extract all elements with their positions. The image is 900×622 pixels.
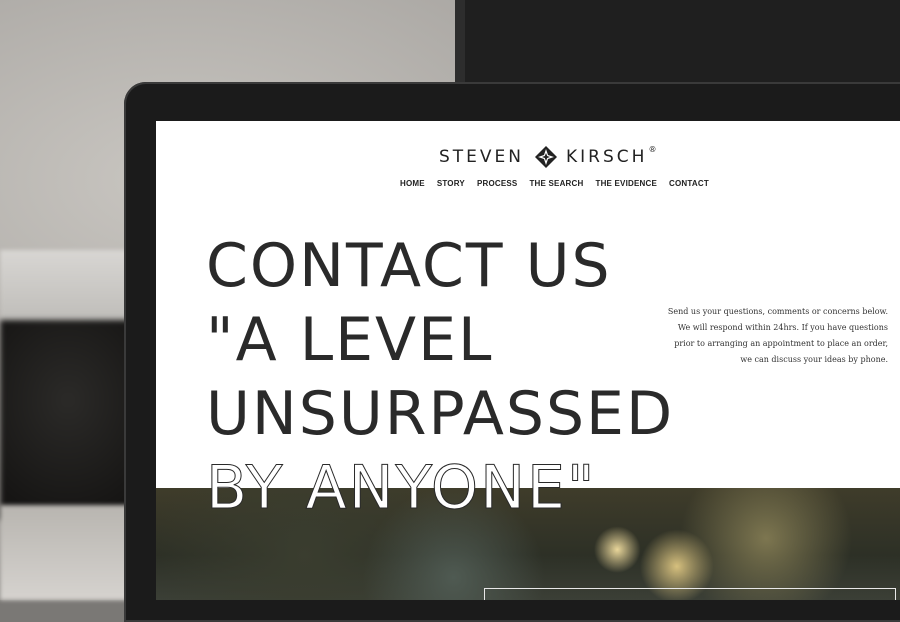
hero-line: CONTACT US: [206, 231, 612, 301]
main-nav: HOME STORY PROCESS THE SEARCH THE EVIDEN…: [400, 179, 709, 188]
contact-form-box[interactable]: [484, 588, 896, 600]
hero-line: UNSURPASSED: [206, 379, 675, 449]
diamond-star-logo-icon: [535, 146, 558, 168]
nav-item-contact[interactable]: CONTACT: [669, 179, 709, 188]
brand-name-right: KIRSCH: [566, 147, 648, 167]
hero-line: BY ANYONE": [206, 453, 597, 524]
background-window: [455, 0, 900, 90]
nav-item-process[interactable]: PROCESS: [477, 179, 518, 188]
nav-item-home[interactable]: HOME: [400, 179, 425, 188]
registered-mark: ®: [648, 144, 657, 154]
hero-headline: CONTACT US "A LEVEL UNSURPASSED BY ANYON…: [206, 229, 726, 525]
brand-logo[interactable]: STEVEN KIRSCH ®: [439, 145, 656, 169]
brand-name-left: STEVEN: [439, 147, 525, 167]
website-screen: STEVEN KIRSCH ® HOME STORY PROCESS THE S…: [156, 121, 900, 600]
nav-item-the-search[interactable]: THE SEARCH: [529, 179, 583, 188]
background-window-frame: [455, 0, 465, 90]
hero-line: "A LEVEL: [206, 305, 494, 375]
nav-item-the-evidence[interactable]: THE EVIDENCE: [595, 179, 657, 188]
nav-item-story[interactable]: STORY: [437, 179, 465, 188]
